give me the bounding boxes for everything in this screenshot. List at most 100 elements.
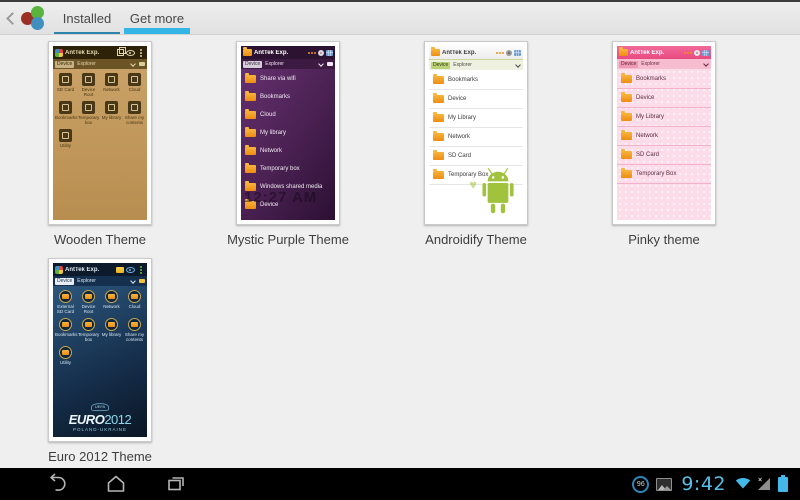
item-label: Share via wifi: [260, 76, 296, 82]
preview-title: AntTek Exp.: [630, 50, 682, 56]
theme-cell-euro: AntTek Exp.DeviceExplorerExternal SD Car…: [48, 258, 248, 464]
folder-icon: [245, 129, 256, 137]
item-label: Utility: [60, 360, 71, 365]
grid-item: Share my contents: [123, 101, 146, 125]
grid-item: Bookmarks: [54, 101, 77, 125]
tab-get-more[interactable]: Get more: [122, 2, 192, 34]
theme-card-mystic[interactable]: AntTek Exp.DeviceExplorerShare via wifiB…: [236, 41, 340, 225]
item-label: Temporary Box: [636, 171, 676, 177]
app-logo-icon: [55, 49, 63, 57]
screenshot-notification-icon[interactable]: [656, 478, 672, 491]
app-shortcut-icon: [128, 318, 141, 331]
list-item: SD Card: [617, 146, 711, 165]
item-label: My library: [102, 332, 122, 337]
caption-wrap: Mystic Purple Theme: [236, 232, 340, 247]
minimize-icon: [139, 279, 145, 283]
grid-item: Network: [100, 290, 123, 314]
chevron-down-icon: [318, 61, 324, 67]
item-label: Network: [636, 133, 658, 139]
list-item: Bookmarks: [241, 88, 335, 106]
overflow-icon: [140, 52, 142, 54]
list-item: Bookmarks: [429, 71, 523, 90]
home-icon[interactable]: [104, 472, 128, 496]
action-bar: Installed Get more: [0, 2, 800, 35]
theme-card-wooden[interactable]: AntTek Exp.DeviceExplorerSD CardDevice R…: [48, 41, 152, 225]
item-label: Network: [103, 304, 120, 309]
battery-widget-badge[interactable]: 96: [632, 476, 649, 493]
grid-item: My library: [100, 318, 123, 342]
gear-icon: [506, 50, 512, 56]
item-label: Bookmarks: [636, 76, 666, 82]
folder-icon: [621, 132, 632, 140]
status-area[interactable]: 96 9:42 ×: [632, 473, 800, 495]
theme-cell-pinky: AntTek Exp.DeviceExplorerBookmarksDevice…: [612, 41, 800, 247]
item-label: SD Card: [636, 152, 659, 158]
folder-icon: [243, 49, 252, 56]
preview-body: BookmarksDeviceMy LibraryNetworkSD CardT…: [429, 70, 523, 220]
chevron-down-icon: [703, 61, 709, 67]
item-label: Network: [260, 148, 282, 154]
chevron-down-icon: [515, 62, 521, 68]
theme-card-euro[interactable]: AntTek Exp.DeviceExplorerExternal SD Car…: [48, 258, 152, 442]
theme-card-pinky[interactable]: AntTek Exp.DeviceExplorerBookmarksDevice…: [612, 41, 716, 225]
folder-icon: [433, 95, 444, 103]
theme-name: Wooden Theme: [54, 232, 146, 247]
chevron-down-icon: [130, 278, 136, 284]
list-item: Device: [617, 89, 711, 108]
grid-item: Cloud: [123, 73, 146, 97]
item-label: Cloud: [129, 87, 141, 92]
folder-icon: [116, 267, 124, 273]
caption-wrap: Euro 2012 Theme: [48, 449, 152, 464]
tab-installed[interactable]: Installed: [52, 2, 122, 34]
tab-get-more-label: Get more: [130, 11, 184, 26]
list-item: My Library: [429, 109, 523, 128]
battery-icon: [778, 477, 788, 492]
list-item: Network: [617, 127, 711, 146]
grid-item: Cloud: [123, 290, 146, 314]
back-chevron-icon: [6, 12, 19, 25]
app-shortcut-icon: [59, 129, 72, 142]
recents-icon[interactable]: [164, 472, 188, 496]
pages-icon: [117, 49, 124, 56]
caption-wrap: Pinky theme: [612, 232, 716, 247]
folder-icon: [433, 76, 444, 84]
item-label: Share my contents: [124, 332, 145, 342]
theme-row: AntTek Exp.DeviceExplorerExternal SD Car…: [48, 258, 800, 464]
item-label: Temporary box: [78, 115, 99, 125]
back-button[interactable]: [0, 2, 20, 34]
folder-icon: [245, 93, 256, 101]
theme-cell-androidify: AntTek Exp.DeviceExplorerBookmarksDevice…: [424, 41, 612, 247]
theme-name: Euro 2012 Theme: [48, 449, 152, 464]
folder-icon: [621, 75, 632, 83]
list-item: My Library: [617, 108, 711, 127]
navigation-buttons: [0, 472, 188, 496]
theme-cell-mystic: AntTek Exp.DeviceExplorerShare via wifiB…: [236, 41, 424, 247]
list-item: Cloud: [241, 106, 335, 124]
app-logo-icon[interactable]: [20, 4, 50, 32]
euro-2012-logo: UEFAEURO2012POLAND-UKRAINE: [53, 395, 147, 432]
preview-title: AntTek Exp.: [65, 50, 113, 56]
eye-icon: [126, 50, 135, 56]
theme-card-androidify[interactable]: AntTek Exp.DeviceExplorerBookmarksDevice…: [424, 41, 528, 225]
preview-subbar: DeviceExplorer: [429, 60, 523, 70]
folder-icon: [433, 133, 444, 141]
item-label: My library: [260, 130, 286, 136]
grid-item: My library: [100, 101, 123, 125]
item-label: Cloud: [129, 304, 141, 309]
item-label: Utility: [60, 143, 71, 148]
folder-icon: [431, 49, 440, 56]
list-item: My library: [241, 124, 335, 142]
preview-body: Share via wifi BookmarksCloud My library Ne…: [241, 69, 335, 220]
folder-icon: [621, 151, 632, 159]
back-icon[interactable]: [44, 472, 68, 496]
theme-preview: AntTek Exp.DeviceExplorerShare via wifiB…: [241, 46, 335, 220]
uefa-badge: UEFA: [91, 403, 109, 411]
gear-icon: [318, 50, 324, 56]
caption-wrap: Androidify Theme: [424, 232, 528, 247]
item-label: Bookmarks: [448, 77, 478, 83]
app-shortcut-icon: [105, 318, 118, 331]
gear-icon: [694, 50, 700, 56]
app-shortcut-icon: [59, 290, 72, 303]
eye-icon: [126, 267, 135, 273]
grid-icon: [326, 50, 333, 56]
